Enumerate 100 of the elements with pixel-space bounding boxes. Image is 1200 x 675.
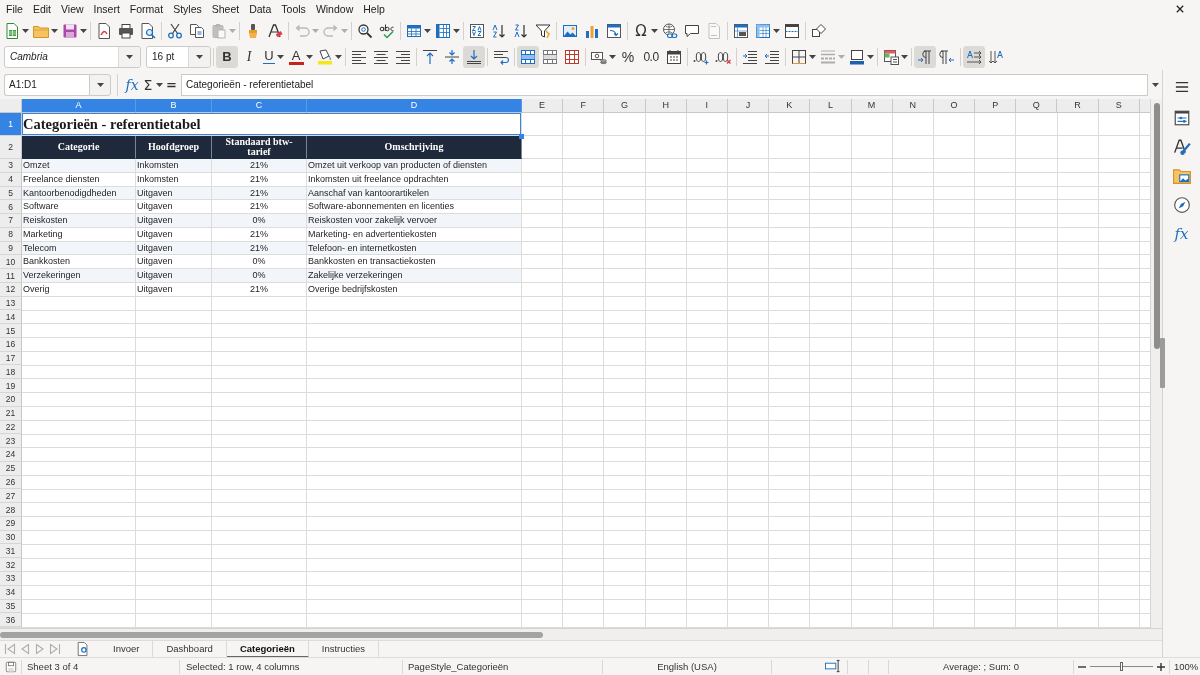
row-header[interactable]: 1 — [0, 113, 22, 136]
menu-item[interactable]: Help — [358, 1, 390, 17]
row-header[interactable]: 24 — [0, 448, 22, 462]
row-header[interactable]: 36 — [0, 613, 22, 628]
column-heading: Standaard btw-tarief — [212, 136, 307, 159]
column-header[interactable]: O — [933, 99, 976, 113]
column-header[interactable]: D — [307, 99, 522, 113]
row-header[interactable]: 7 — [0, 214, 22, 228]
dropdown-button[interactable] — [89, 73, 111, 96]
column-header[interactable]: K — [769, 99, 811, 113]
menu-item[interactable]: Data — [244, 1, 277, 17]
row-header[interactable]: 31 — [0, 544, 22, 559]
vertical-scrollbar[interactable] — [1150, 99, 1162, 628]
sheet-tab[interactable]: Invoer — [100, 640, 154, 658]
font-name-box[interactable]: Cambria — [4, 45, 141, 68]
row-header[interactable]: 27 — [0, 489, 22, 504]
caret-icon — [809, 54, 816, 59]
properties-icon — [1172, 109, 1191, 127]
menu-item[interactable]: Window — [310, 1, 359, 17]
column-header[interactable]: P — [975, 99, 1017, 113]
column-header[interactable]: E — [522, 99, 564, 113]
row-header[interactable]: 2 — [0, 136, 22, 159]
column-header[interactable]: G — [604, 99, 646, 113]
underline-button[interactable]: U — [260, 45, 285, 68]
column-header[interactable]: H — [645, 99, 687, 113]
sidebar-handle[interactable] — [1160, 338, 1165, 388]
menu-item[interactable]: Tools — [276, 1, 311, 17]
row-header[interactable]: 3 — [0, 159, 22, 173]
sheet-position: Sheet 3 of 4 — [27, 661, 79, 672]
calendar-icon — [666, 48, 682, 65]
menu-item[interactable]: Insert — [88, 1, 125, 17]
row-header[interactable]: 6 — [0, 200, 22, 215]
row-header[interactable]: 23 — [0, 434, 22, 449]
horizontal-scrollbar[interactable] — [0, 628, 1162, 640]
scrollbar-thumb[interactable] — [1153, 103, 1160, 349]
column-header[interactable]: C — [212, 99, 307, 113]
function-wizard-button[interactable]: fx — [123, 73, 141, 96]
functions-button[interactable]: fx — [1169, 222, 1194, 246]
column-header[interactable]: I — [686, 99, 728, 113]
row-header[interactable]: 14 — [0, 310, 22, 325]
fill-handle[interactable] — [519, 134, 524, 139]
left-to-right-button[interactable] — [914, 45, 936, 68]
row-header[interactable]: 28 — [0, 503, 22, 517]
column-header[interactable]: L — [810, 99, 852, 113]
column-header[interactable]: A — [22, 99, 136, 113]
text-language[interactable]: English (USA) — [657, 661, 717, 672]
scrollbar-thumb[interactable] — [0, 631, 543, 638]
formula-button[interactable]: = — [164, 73, 179, 96]
zoom-slider-thumb[interactable] — [1119, 662, 1123, 671]
formula-input[interactable]: Categorieën - referentietabel — [181, 73, 1148, 96]
column-header[interactable]: Q — [1016, 99, 1058, 113]
name-box[interactable]: A1:D1 — [4, 73, 89, 96]
number-format-button[interactable]: 0.0 — [639, 45, 663, 68]
column-header[interactable]: J — [727, 99, 770, 113]
font-color-button[interactable]: A — [285, 45, 314, 68]
menu-item[interactable]: Sheet — [206, 1, 245, 17]
italic-button[interactable]: I — [238, 45, 260, 68]
bold-button[interactable]: B — [216, 45, 238, 68]
align-bottom-button[interactable] — [463, 45, 485, 68]
menu-item[interactable]: Edit — [27, 1, 56, 17]
close-button[interactable] — [1174, 3, 1186, 15]
menu-item[interactable]: File — [1, 1, 28, 17]
page-style[interactable]: PageStyle_Categorieën — [408, 661, 509, 672]
zoom-percent[interactable]: 100% — [1174, 661, 1199, 672]
column-header[interactable]: S — [1098, 99, 1140, 113]
dropdown-button[interactable] — [188, 46, 210, 67]
row-header[interactable]: 20 — [0, 393, 22, 407]
column-header[interactable]: F — [563, 99, 605, 113]
column-header[interactable]: B — [136, 99, 212, 113]
sum-button[interactable]: Σ — [141, 73, 164, 96]
sheet-tab[interactable]: Instructies — [308, 640, 380, 658]
sheet-tab[interactable]: Dashboard — [153, 640, 227, 658]
column-header[interactable]: N — [892, 99, 934, 113]
close-icon — [1176, 5, 1184, 13]
caret-icon — [838, 54, 845, 59]
row-header[interactable]: 10 — [0, 255, 22, 270]
text-left-to-right-button[interactable] — [963, 45, 985, 68]
row-header[interactable]: 19 — [0, 379, 22, 393]
row-header[interactable]: 32 — [0, 558, 22, 572]
menu-item[interactable]: Styles — [168, 1, 207, 17]
merge-center-button[interactable] — [517, 45, 539, 68]
dropdown-button[interactable] — [118, 46, 140, 67]
menu-item[interactable]: View — [56, 1, 89, 17]
border-color-icon — [849, 48, 865, 65]
spreadsheet-grid[interactable] — [0, 99, 1150, 628]
row-header[interactable]: 15 — [0, 324, 22, 338]
menu-item[interactable]: Format — [124, 1, 169, 17]
zoom-in-button[interactable] — [1156, 661, 1166, 672]
table-rows-icon — [406, 22, 422, 39]
speech-bubble-icon — [684, 22, 700, 39]
sheet-tab[interactable]: Categorieën — [226, 640, 309, 658]
column-header[interactable]: M — [851, 99, 893, 113]
row-header[interactable]: 11 — [0, 269, 22, 283]
row-header[interactable]: 18 — [0, 365, 22, 380]
special-character-button[interactable]: Ω — [630, 19, 659, 42]
add-sheet-button[interactable] — [76, 641, 90, 657]
font-size-box[interactable]: 16 pt — [146, 45, 211, 68]
caret-icon — [126, 54, 133, 59]
column-header[interactable]: R — [1057, 99, 1099, 113]
percent-format-button[interactable]: % — [617, 45, 639, 68]
